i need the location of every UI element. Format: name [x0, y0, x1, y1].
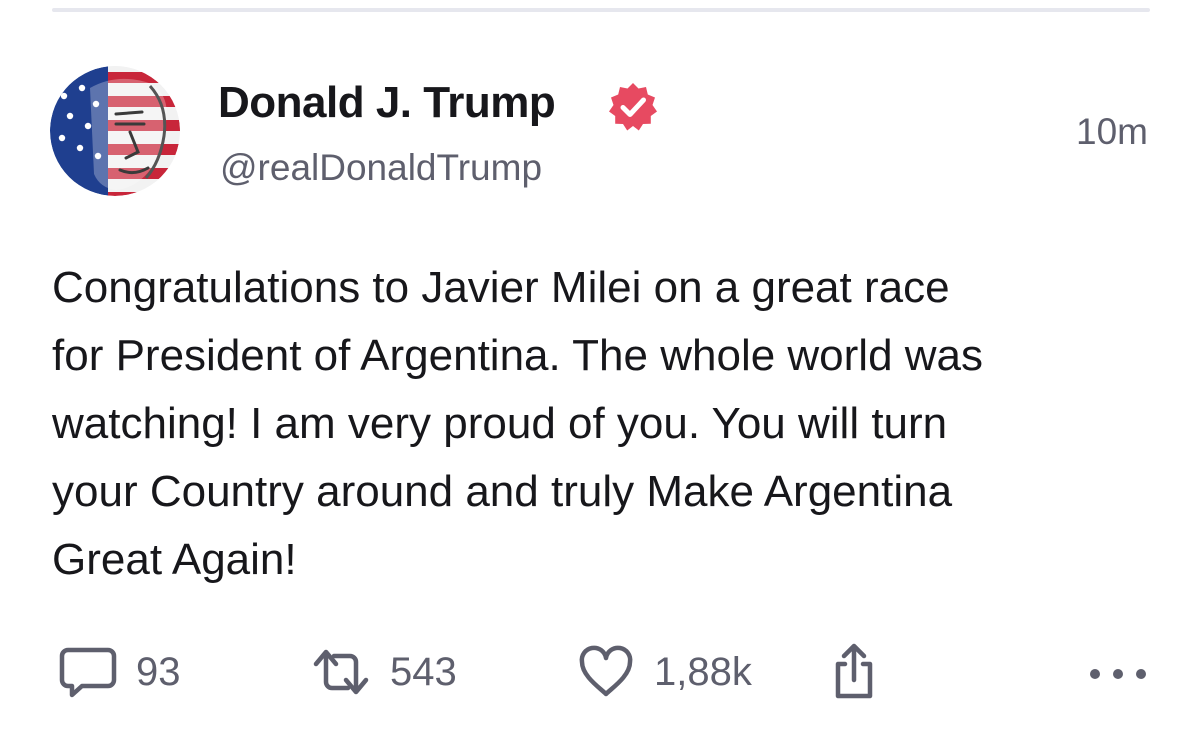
repost-arrows-icon — [313, 649, 369, 695]
share-button[interactable] — [824, 642, 884, 702]
repost-count: 543 — [390, 649, 457, 694]
heart-icon — [579, 645, 633, 697]
reply-button[interactable]: 93 — [58, 642, 181, 702]
top-divider — [52, 8, 1150, 12]
like-count: 1,88k — [654, 649, 752, 694]
like-button[interactable]: 1,88k — [576, 642, 752, 702]
reply-count: 93 — [136, 649, 181, 694]
post-body-line: watching! I am very proud of you. You wi… — [52, 399, 948, 448]
ellipsis-dot-icon — [1113, 669, 1123, 679]
author-display-name[interactable]: Donald J. Trump — [218, 78, 556, 128]
verified-badge-icon — [609, 83, 657, 131]
post-body-line: your Country around and truly Make Argen… — [52, 467, 953, 516]
author-avatar[interactable] — [50, 66, 180, 196]
ellipsis-dot-icon — [1090, 669, 1100, 679]
post-body-line: for President of Argentina. The whole wo… — [52, 331, 984, 380]
post-body-line: Congratulations to Javier Milei on a gre… — [52, 263, 950, 312]
speech-bubble-icon — [59, 647, 117, 698]
author-handle[interactable]: @realDonaldTrump — [220, 147, 542, 189]
post-timestamp[interactable]: 10m — [1076, 111, 1148, 153]
post-body-text: Congratulations to Javier Milei on a gre… — [52, 254, 1162, 594]
share-icon — [835, 643, 873, 699]
repost-button[interactable]: 543 — [310, 642, 457, 702]
more-options-button[interactable] — [1090, 664, 1146, 684]
ellipsis-dot-icon — [1136, 669, 1146, 679]
avatar-portrait-icon — [50, 66, 180, 196]
post-body-line: Great Again! — [52, 535, 297, 584]
